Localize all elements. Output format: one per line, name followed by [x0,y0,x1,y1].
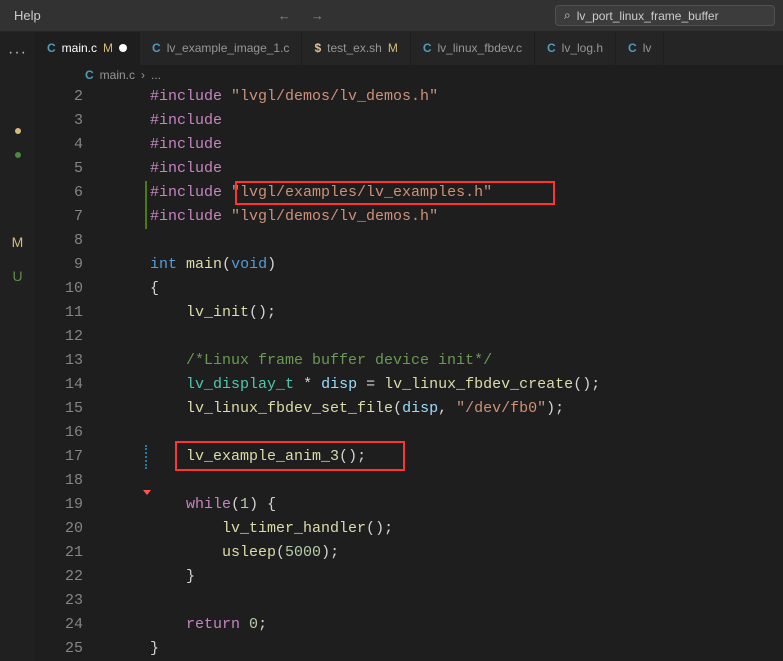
tab-label: main.c [62,41,97,55]
code-line[interactable] [150,589,600,613]
code-line[interactable]: lv_linux_fbdev_set_file(disp, "/dev/fb0"… [150,397,600,421]
code-line[interactable]: int main(void) [150,253,600,277]
unsaved-dot-icon [119,44,127,52]
code-editor[interactable]: 2345678910111213141516171819202122232425… [35,85,783,661]
file-icon: C [152,41,161,55]
code-line[interactable]: lv_example_anim_3(); [150,445,600,469]
breadcrumb[interactable]: C main.c › ... [35,65,783,85]
breadcrumb-file: main.c [100,68,135,82]
code-line[interactable]: while(1) { [150,493,600,517]
code-line[interactable]: usleep(5000); [150,541,600,565]
editor-tab[interactable]: $ test_ex.sh M [302,32,410,65]
file-icon: C [423,41,432,55]
scm-modified-indicator: M [12,234,24,250]
code-line[interactable]: } [150,565,600,589]
code-line[interactable]: #include [150,157,600,181]
code-line[interactable] [150,325,600,349]
scm-dot-icon [15,152,21,158]
c-file-icon: C [85,68,94,82]
file-icon: C [547,41,556,55]
code-line[interactable]: #include "lvgl/examples/lv_examples.h" [150,181,600,205]
code-line[interactable]: #include "lvgl/demos/lv_demos.h" [150,85,600,109]
modified-indicator: M [103,41,113,55]
code-line[interactable]: { [150,277,600,301]
code-line[interactable]: #include "lvgl/demos/lv_demos.h" [150,205,600,229]
search-icon: ⌕ [564,8,571,23]
code-line[interactable] [150,421,600,445]
scm-dot-icon [15,128,21,134]
scm-untracked-indicator: U [12,268,22,284]
code-line[interactable]: /*Linux frame buffer device init*/ [150,349,600,373]
file-icon: C [628,41,637,55]
editor-tab[interactable]: Clv_example_image_1.c [140,32,302,65]
tab-label: lv [643,41,652,55]
help-menu[interactable]: Help [8,8,47,23]
tab-label: test_ex.sh [327,41,382,55]
code-line[interactable] [150,469,600,493]
overflow-icon[interactable]: ··· [8,44,27,62]
code-line[interactable]: lv_init(); [150,301,600,325]
code-line[interactable]: } [150,637,600,661]
editor-tabs: Cmain.c M Clv_example_image_1.c $ test_ex.sh… [35,32,783,65]
editor-tab[interactable]: Cmain.c M [35,32,140,65]
code-line[interactable]: lv_timer_handler(); [150,517,600,541]
editor-tab[interactable]: Clv_log.h [535,32,616,65]
code-line[interactable]: lv_display_t * disp = lv_linux_fbdev_cre… [150,373,600,397]
editor-tab[interactable]: Clv_linux_fbdev.c [411,32,535,65]
nav-back[interactable]: ← [272,8,297,23]
nav-forward[interactable]: → [305,8,330,23]
modified-indicator: M [388,41,398,55]
code-line[interactable]: #include [150,109,600,133]
code-line[interactable]: #include [150,133,600,157]
tab-label: lv_linux_fbdev.c [438,41,523,55]
file-icon: $ [314,41,321,55]
tab-label: lv_example_image_1.c [167,41,290,55]
code-line[interactable]: return 0; [150,613,600,637]
code-line[interactable] [150,229,600,253]
activity-bar: ··· M U [0,32,35,661]
search-text: lv_port_linux_frame_buffer [577,9,719,23]
tab-label: lv_log.h [562,41,603,55]
breadcrumb-more: ... [151,68,161,82]
editor-tab[interactable]: Clv [616,32,664,65]
chevron-right-icon: › [141,68,145,82]
command-center[interactable]: ⌕ lv_port_linux_frame_buffer [555,5,775,26]
file-icon: C [47,41,56,55]
